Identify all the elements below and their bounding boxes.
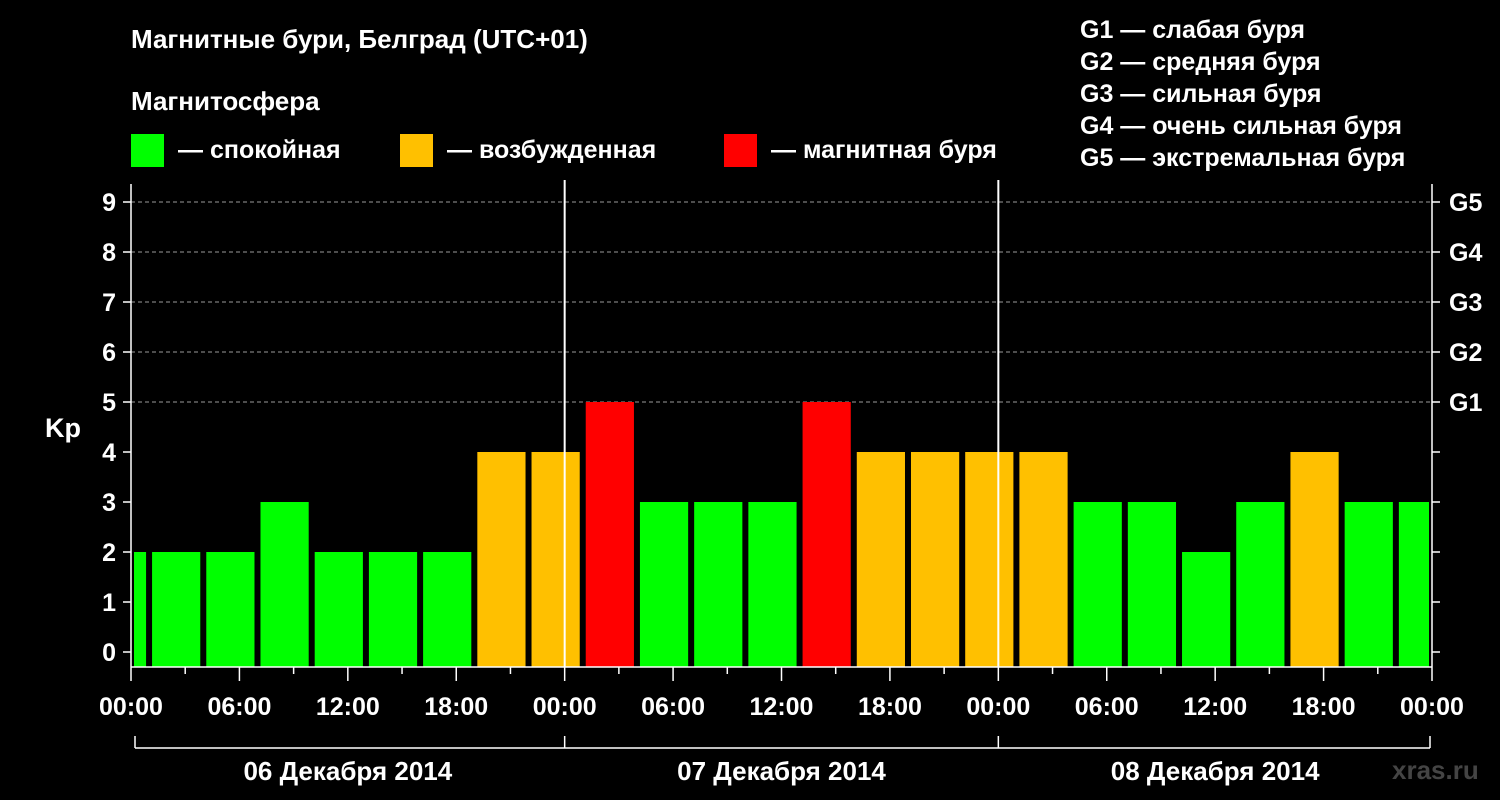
- watermark: xras.ru: [1392, 755, 1479, 785]
- x-tick-label: 12:00: [316, 693, 380, 721]
- kp-bar: [134, 552, 147, 667]
- kp-bar: [585, 402, 634, 667]
- x-tick-label: 00:00: [1400, 693, 1464, 721]
- kp-chart: 0 1 2 3 4 5 6 7 8 9 G1 G2 G3 G4 G5 Kp 00:00 06:00 12:00 18:…: [45, 180, 1482, 786]
- y-tick-label: 2: [102, 539, 116, 567]
- x-tick-label: 18:00: [1292, 693, 1356, 721]
- x-tick-label: 06:00: [641, 693, 705, 721]
- kp-bar: [856, 452, 905, 667]
- day-label: 08 Декабря 2014: [1111, 756, 1320, 786]
- kp-bar: [1290, 452, 1339, 667]
- y-tick-label: 6: [102, 339, 116, 367]
- kp-bar: [1073, 502, 1122, 667]
- kp-bar: [1344, 502, 1393, 667]
- y-axis-label: Kp: [45, 413, 81, 443]
- kp-bar: [423, 552, 472, 667]
- kp-bar: [531, 452, 580, 667]
- x-tick-label: 00:00: [99, 693, 163, 721]
- kp-bar: [206, 552, 255, 667]
- y-tick-label: 0: [102, 639, 116, 667]
- y-tick-label: 8: [102, 239, 116, 267]
- kp-bar: [1127, 502, 1177, 667]
- g-tick-label: G1: [1449, 389, 1482, 417]
- kp-bar: [314, 552, 363, 667]
- kp-bar: [694, 502, 743, 667]
- x-tick-label: 06:00: [207, 693, 271, 721]
- g-tick-label: G2: [1449, 339, 1482, 367]
- y-tick-label: 5: [102, 389, 116, 417]
- day-label: 07 Декабря 2014: [677, 756, 886, 786]
- kp-bar: [802, 402, 851, 667]
- g-tick-label: G5: [1449, 189, 1482, 217]
- kp-bar: [965, 452, 1014, 667]
- x-tick-label: 18:00: [858, 693, 922, 721]
- y-tick-label: 4: [102, 439, 116, 467]
- y-tick-label: 3: [102, 489, 116, 517]
- kp-bar: [1182, 552, 1231, 667]
- kp-bar: [368, 552, 418, 667]
- y-tick-label: 9: [102, 189, 116, 217]
- g-tick-label: G4: [1449, 239, 1482, 267]
- day-label: 06 Декабря 2014: [243, 756, 452, 786]
- y-tick-label: 1: [102, 589, 116, 617]
- x-tick-label: 12:00: [750, 693, 814, 721]
- kp-bar: [152, 552, 201, 667]
- kp-bar: [1236, 502, 1285, 667]
- y-tick-label: 7: [102, 289, 116, 317]
- kp-bar: [1019, 452, 1068, 667]
- x-tick-label: 00:00: [966, 693, 1030, 721]
- kp-bar: [260, 502, 309, 667]
- kp-bar: [910, 452, 960, 667]
- x-tick-label: 18:00: [424, 693, 488, 721]
- kp-bar: [1398, 502, 1429, 667]
- x-tick-label: 12:00: [1183, 693, 1247, 721]
- x-tick-label: 00:00: [533, 693, 597, 721]
- x-tick-label: 06:00: [1075, 693, 1139, 721]
- kp-bar: [748, 502, 797, 667]
- g-tick-label: G3: [1449, 289, 1482, 317]
- kp-bar: [639, 502, 689, 667]
- kp-bar: [477, 452, 526, 667]
